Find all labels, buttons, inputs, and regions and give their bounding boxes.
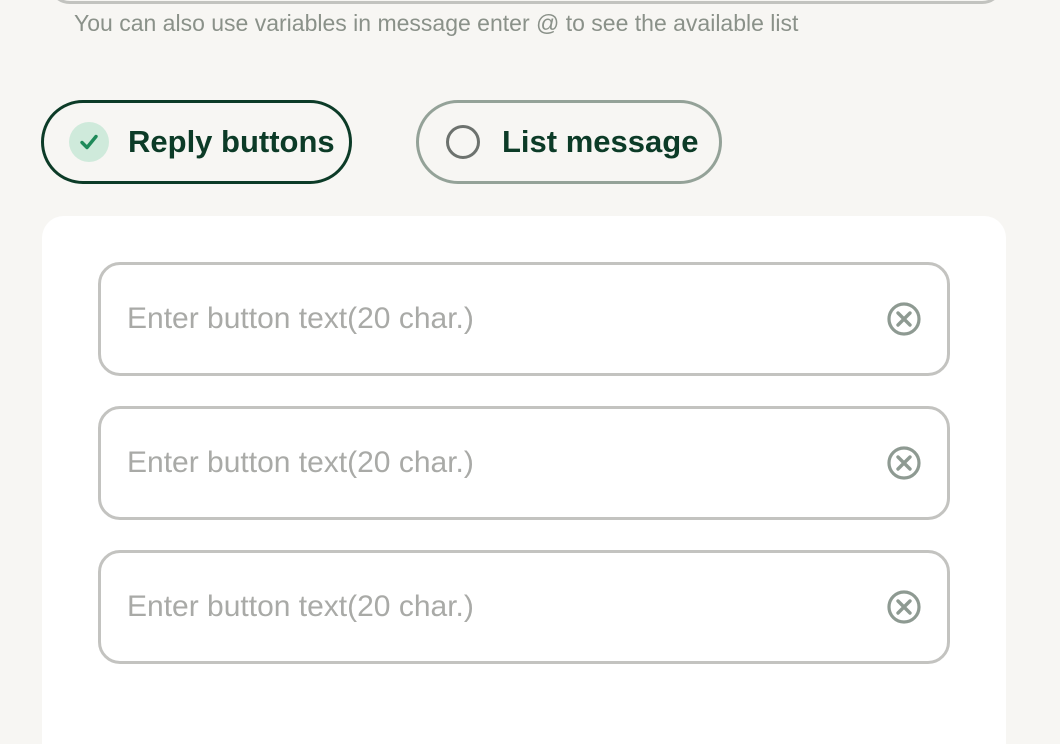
button-text-field-3 <box>98 550 950 664</box>
clear-circle-icon[interactable] <box>885 588 923 626</box>
check-icon <box>69 122 109 162</box>
clear-circle-icon[interactable] <box>885 444 923 482</box>
radio-icon <box>446 125 480 159</box>
message-textarea[interactable] <box>48 0 1004 4</box>
button-text-field-1 <box>98 262 950 376</box>
button-text-input-2[interactable] <box>127 446 885 480</box>
list-message-label: List message <box>502 124 699 159</box>
reply-buttons-option[interactable]: Reply buttons <box>41 100 352 184</box>
button-text-input-1[interactable] <box>127 302 885 336</box>
button-text-field-2 <box>98 406 950 520</box>
button-text-input-3[interactable] <box>127 590 885 624</box>
page: You can also use variables in message en… <box>0 0 1060 744</box>
clear-circle-icon[interactable] <box>885 300 923 338</box>
variables-hint: You can also use variables in message en… <box>74 10 799 36</box>
reply-buttons-label: Reply buttons <box>128 124 335 159</box>
list-message-option[interactable]: List message <box>416 100 722 184</box>
